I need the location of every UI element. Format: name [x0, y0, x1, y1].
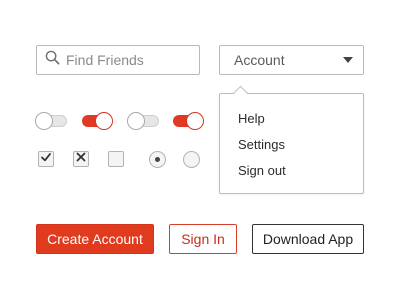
search-input[interactable]	[66, 52, 186, 68]
account-dropdown-menu: Help Settings Sign out	[219, 93, 364, 194]
toggle-switch-off[interactable]	[127, 112, 160, 130]
menu-item-settings[interactable]: Settings	[238, 137, 285, 152]
sign-in-button[interactable]: Sign In	[169, 224, 237, 254]
toggle-knob	[127, 112, 145, 130]
checkbox-unchecked[interactable]	[108, 151, 124, 167]
toggle-knob	[186, 112, 204, 130]
check-icon	[40, 150, 52, 168]
radio-unselected[interactable]	[183, 151, 200, 168]
radio-dot	[155, 157, 160, 162]
checkbox-crossed[interactable]	[73, 151, 89, 167]
checkbox-checked[interactable]	[38, 151, 54, 167]
toggle-knob	[35, 112, 53, 130]
menu-item-sign-out[interactable]: Sign out	[238, 163, 286, 178]
download-app-button[interactable]: Download App	[252, 224, 364, 254]
toggle-knob	[95, 112, 113, 130]
toggle-switch-on[interactable]	[171, 112, 204, 130]
search-field[interactable]	[36, 45, 200, 75]
caret-down-icon	[343, 57, 353, 63]
toggle-switch-off[interactable]	[35, 112, 68, 130]
account-select-value: Account	[234, 52, 285, 68]
radio-selected[interactable]	[149, 151, 166, 168]
create-account-button[interactable]: Create Account	[36, 224, 154, 254]
menu-item-help[interactable]: Help	[238, 111, 265, 126]
account-select[interactable]: Account	[219, 45, 364, 75]
cross-icon	[75, 150, 87, 168]
toggle-switch-on[interactable]	[80, 112, 113, 130]
search-icon	[45, 50, 60, 70]
